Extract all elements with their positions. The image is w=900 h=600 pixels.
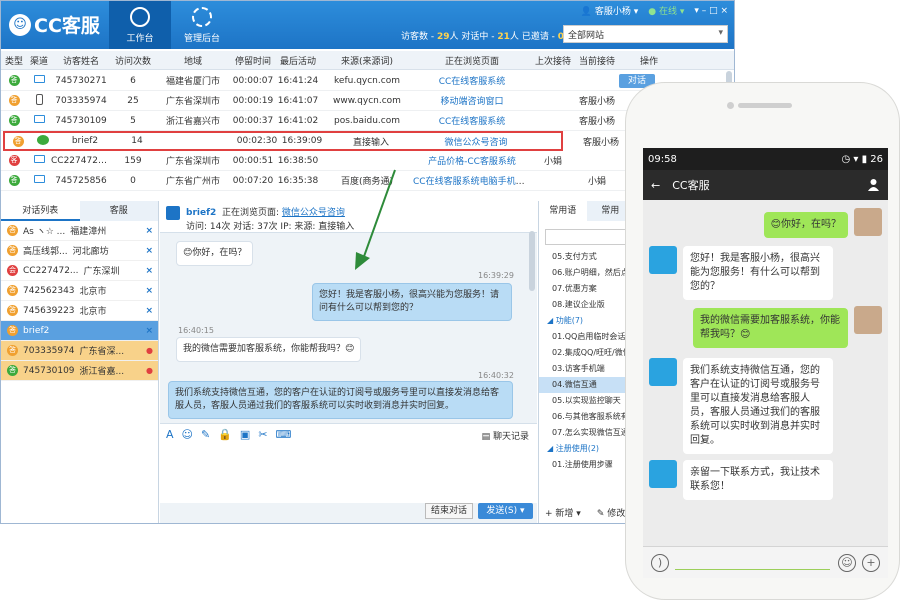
cc-avatar [649, 246, 677, 274]
wechat-screen: 09:58 ◷ ▾ ▮ 26 ← CC客服 😊你好，在吗？ 您好！我是客服小杨，很… [643, 148, 888, 578]
user-avatar [854, 306, 882, 334]
plus-icon[interactable]: + [862, 554, 880, 572]
phone-message: 您好！我是客服小杨，很高兴能为您服务！有什么可以帮到您的？ [683, 246, 833, 300]
back-arrow-icon[interactable]: ← [651, 179, 660, 192]
user-avatar [854, 208, 882, 236]
phone-speaker [738, 103, 792, 108]
mobile-phone: 09:58 ◷ ▾ ▮ 26 ← CC客服 😊你好，在吗？ 您好！我是客服小杨，很… [625, 82, 900, 600]
cc-avatar [649, 460, 677, 488]
phone-message-text: 我的微信需要加客服系统，你能帮我吗？ [700, 315, 840, 340]
phone-status-bar: 09:58 ◷ ▾ ▮ 26 [643, 148, 888, 170]
phone-text-input[interactable] [675, 569, 830, 570]
phone-message: 亲留一下联系方式，我让技术联系您！ [683, 460, 833, 500]
battery-level: 26 [870, 153, 883, 165]
phone-message: 我们系统支持微信互通，您的客户在认证的订阅号或服务号里可以直接发消息给客服人员，… [683, 358, 833, 454]
phone-message: 😊你好，在吗？ [763, 212, 848, 238]
phone-camera [727, 102, 734, 109]
user-profile-icon[interactable] [867, 178, 880, 191]
emoji-icon[interactable]: ☺ [838, 554, 856, 572]
phone-message-text: 你好，在吗？ [781, 219, 841, 230]
phone-input-bar: ) ☺ + [643, 546, 888, 578]
phone-time: 09:58 [648, 153, 677, 165]
phone-message: 我的微信需要加客服系统，你能帮我吗？😊 [693, 308, 848, 348]
phone-status-icons: ◷ ▾ ▮ 26 [841, 153, 883, 165]
wechat-title-bar: ← CC客服 [643, 170, 888, 200]
cc-avatar [649, 358, 677, 386]
voice-icon[interactable]: ) [651, 554, 669, 572]
wechat-title: CC客服 [672, 179, 710, 192]
